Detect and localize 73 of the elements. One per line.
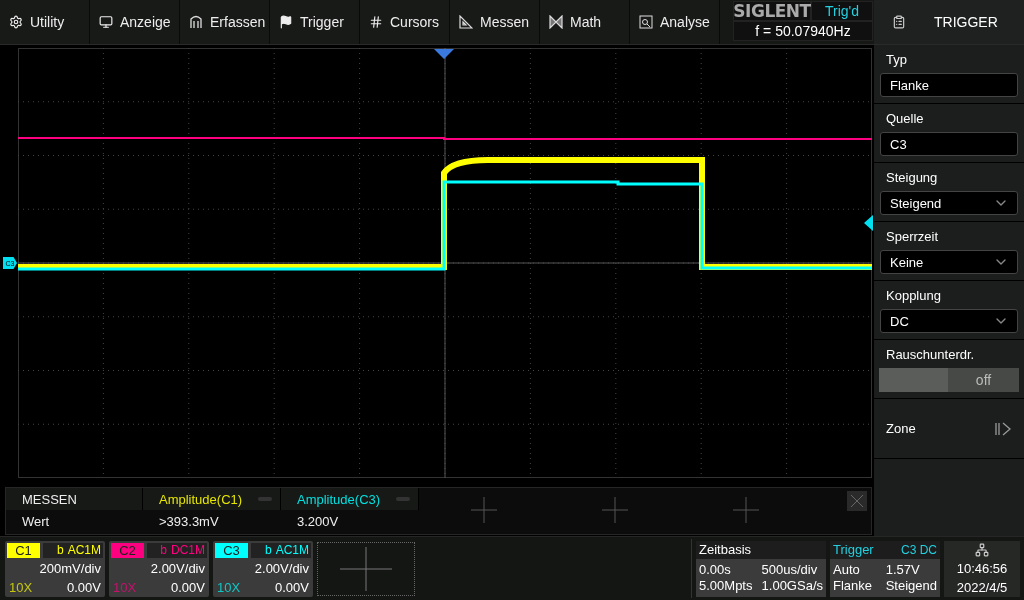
channel-label: C3: [215, 542, 248, 558]
coupling-label: b AC1M: [43, 542, 103, 558]
channel-label: C2: [111, 542, 144, 558]
trigger-type: Flanke: [833, 578, 873, 593]
vertical-scale: 200mV/div: [39, 561, 101, 576]
measure-name[interactable]: Amplitude(C1): [143, 488, 281, 510]
timebase-scale: 500us/div: [761, 562, 819, 577]
channel-card[interactable]: C2 b DC1M 2.00V/div 10X 0.00V: [109, 540, 209, 597]
setting-label: Kopplung: [885, 288, 942, 303]
channel-offset: 0.00V: [171, 579, 205, 595]
coupling-label: b DC1M: [147, 542, 207, 558]
add-icon[interactable]: [471, 497, 498, 523]
setting-label: Sperrzeit: [885, 229, 940, 244]
channel-offset: 0.00V: [275, 579, 309, 595]
flag-icon: [279, 15, 293, 29]
dropdown[interactable]: Keine: [880, 250, 1018, 274]
row-label: Wert: [21, 512, 51, 531]
toggle-switch[interactable]: off: [879, 368, 1019, 392]
memory-depth: 5.00Mpts: [699, 578, 753, 593]
value-field[interactable]: Flanke: [880, 73, 1018, 97]
measure-title: MESSEN: [6, 488, 143, 510]
timebase-panel[interactable]: Zeitbasis 0.00s 500us/div 5.00Mpts 1.00GSa/s: [696, 540, 826, 597]
channel-card[interactable]: C1 b AC1M 200mV/div 10X 0.00V: [5, 540, 105, 597]
vertical-scale: 2.00V/div: [254, 561, 309, 576]
trigger-mode: Auto: [833, 562, 861, 577]
measure-value: 3.200V: [296, 512, 340, 531]
trigger-title: Trigger: [833, 542, 874, 557]
brand-logo: SIGLENT: [733, 1, 811, 21]
measure-value: >393.3mV: [158, 512, 220, 531]
network-icon: [975, 542, 989, 557]
clipboard-icon: [892, 15, 906, 29]
value-field[interactable]: C3: [880, 132, 1018, 156]
trigger-panel[interactable]: Trigger C3 DC Auto 1.57V Flanke Steigend: [830, 540, 940, 597]
setting-label: Steigung: [885, 170, 939, 185]
grid-icon: [369, 15, 383, 29]
add-channel-slot[interactable]: [317, 541, 415, 596]
trigger-position-icon[interactable]: [434, 49, 454, 60]
trigger-slope: Steigend: [885, 578, 937, 593]
dropdown[interactable]: Steigend: [880, 191, 1018, 215]
ruler-triangle-icon: [459, 15, 473, 29]
add-icon[interactable]: [602, 497, 628, 523]
setting-label: Rauschunterdr.: [885, 347, 976, 362]
dropdown[interactable]: DC: [880, 309, 1018, 333]
settings-icon: [9, 15, 23, 29]
channel-label: C1: [7, 542, 40, 558]
coupling-label: b AC1M: [251, 542, 311, 558]
probe-ratio: 10X: [217, 579, 241, 595]
setting-label: Typ: [885, 52, 908, 67]
monitor-icon: [99, 15, 113, 29]
zone-menu-item[interactable]: Zone: [874, 399, 1024, 459]
clock-date: 2022/4/5: [956, 579, 1008, 595]
close-button[interactable]: [847, 491, 867, 511]
channel-offset: 0.00V: [67, 579, 101, 595]
frequency-readout: f = 50.07940Hz: [733, 21, 873, 41]
math-icon: [549, 15, 563, 29]
trigger-level: 1.57V: [885, 562, 921, 577]
measure-name[interactable]: Amplitude(C3): [281, 488, 419, 510]
trigger-state: Trig'd: [811, 1, 873, 21]
play-bar-icon: [994, 421, 1012, 436]
probe-ratio: 10X: [9, 579, 33, 595]
panel-title: TRIGGER: [934, 14, 998, 30]
probe-ratio: 10X: [113, 579, 137, 595]
vertical-scale: 2.00V/div: [150, 561, 205, 576]
timebase-delay: 0.00s: [699, 562, 732, 577]
clock-time: 10:46:56: [956, 560, 1008, 576]
arch-icon: [189, 15, 203, 29]
setting-label: Quelle: [885, 111, 925, 126]
timebase-title: Zeitbasis: [699, 542, 752, 557]
magnifier-chart-icon: [639, 15, 653, 29]
sample-rate: 1.00GSa/s: [761, 578, 823, 593]
trigger-source: C3 DC: [901, 542, 937, 557]
channel-card[interactable]: C3 b AC1M 2.00V/div 10X 0.00V: [213, 540, 313, 597]
add-icon[interactable]: [732, 497, 759, 523]
